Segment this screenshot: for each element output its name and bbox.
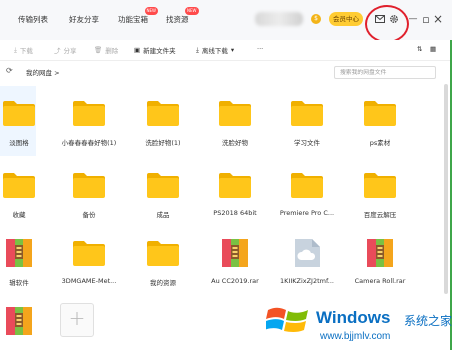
sort-icon[interactable]: ⇅ <box>417 45 422 53</box>
folder-icon <box>73 241 105 266</box>
annotation-circle <box>365 5 409 43</box>
archive-icon <box>222 239 248 267</box>
nav-friend-share[interactable]: 好友分享 <box>69 14 99 25</box>
folder-icon <box>219 173 251 198</box>
watermark-cn: 系统之家 <box>404 314 452 328</box>
new-folder-button[interactable]: ▣ 新建文件夹 <box>134 45 176 55</box>
archive-icon <box>6 307 32 335</box>
nav-feature-box-label: 功能宝箱 <box>118 15 148 24</box>
avatar[interactable] <box>255 12 303 26</box>
trash-icon: 🗑 <box>94 46 103 54</box>
refresh-icon[interactable]: ⟳ <box>6 66 13 75</box>
nav-find-resources[interactable]: 找资源 NEW <box>166 7 199 25</box>
file-label: Camera Roll.rar <box>354 277 406 285</box>
offline-download-label: 离线下载 <box>201 47 228 55</box>
windows-logo-icon <box>266 307 308 332</box>
delete-label: 删除 <box>105 47 119 55</box>
archive-icon <box>367 239 393 267</box>
watermark-url: www.bjjmlv.com <box>320 331 391 342</box>
offline-download-button[interactable]: ⤓ 离线下载 ▾ <box>196 45 235 56</box>
folder-icon <box>291 101 323 126</box>
share-icon: ⤴ <box>54 47 61 55</box>
close-button[interactable]: × <box>430 11 446 27</box>
file-label: 百度云解压 <box>363 211 397 219</box>
new-folder-label: 新建文件夹 <box>143 47 176 55</box>
download-icon: ⤓ <box>14 45 17 54</box>
watermark: Windows 系统之家 www.bjjmlv.com <box>262 292 452 350</box>
new-badge: NEW <box>185 7 199 15</box>
folder-icon <box>73 101 105 126</box>
folder-icon <box>3 173 35 198</box>
nav-transfer-list[interactable]: 传输列表 <box>18 14 48 25</box>
grid-view-icon[interactable]: ▦ <box>430 45 436 53</box>
new-folder-icon: ▣ <box>134 46 141 54</box>
plus-icon: + <box>68 306 86 330</box>
folder-icon <box>73 173 105 198</box>
new-badge: NEW <box>144 7 158 15</box>
nav-feature-box[interactable]: 功能宝箱 NEW <box>118 7 158 25</box>
share-button[interactable]: ⤴ 分享 <box>54 45 77 55</box>
vip-center-button[interactable]: 会员中心 <box>329 12 363 26</box>
folder-icon <box>147 241 179 266</box>
add-tile[interactable]: + <box>60 303 94 337</box>
archive-icon <box>6 239 32 267</box>
more-button[interactable]: ··· <box>257 45 263 53</box>
folder-icon <box>147 173 179 198</box>
share-label: 分享 <box>63 47 77 55</box>
file-label: ps素材 <box>369 139 391 147</box>
toolbar: ⤓ 下载 ⤴ 分享 🗑 删除 ▣ 新建文件夹 ⤓ 离线下载 ▾ ··· ⇅ ▦ <box>0 40 452 61</box>
cloud-file-icon <box>295 239 320 267</box>
watermark-title: Windows <box>316 308 391 327</box>
address-bar: ⟳ 我的网盘 > 搜索我的网盘文件 <box>0 61 452 83</box>
chevron-down-icon: ▾ <box>230 46 235 54</box>
folder-icon <box>147 101 179 126</box>
search-input[interactable]: 搜索我的网盘文件 <box>334 66 436 79</box>
folder-icon <box>364 173 396 198</box>
scrollbar[interactable] <box>444 84 448 294</box>
offline-download-icon: ⤓ <box>196 45 199 54</box>
folder-icon <box>364 101 396 126</box>
download-button[interactable]: ⤓ 下载 <box>14 45 33 56</box>
coin-icon[interactable]: $ <box>311 14 321 24</box>
nav-find-resources-label: 找资源 <box>166 15 189 24</box>
title-bar: 传输列表 好友分享 功能宝箱 NEW 找资源 NEW $ 会员中心 — ▫ × <box>0 0 452 43</box>
download-label: 下载 <box>19 47 33 55</box>
delete-button[interactable]: 🗑 删除 <box>94 45 118 55</box>
folder-icon <box>219 101 251 126</box>
breadcrumb[interactable]: 我的网盘 > <box>26 67 60 77</box>
folder-icon <box>3 101 35 126</box>
folder-icon <box>291 173 323 198</box>
